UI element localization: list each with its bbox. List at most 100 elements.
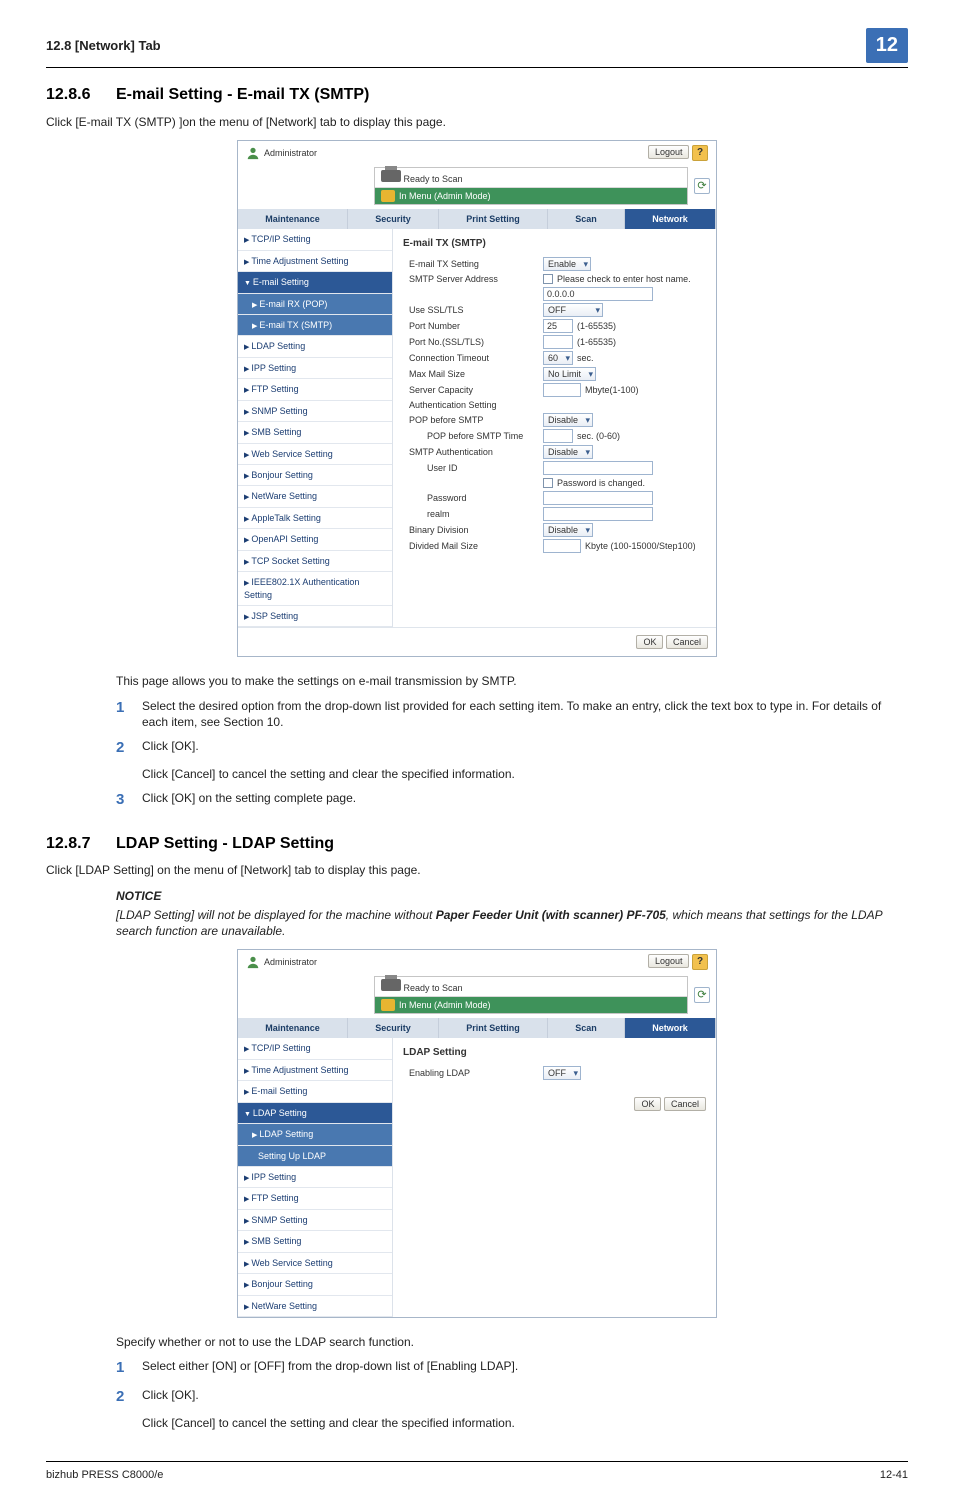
tx-setting-select[interactable]: Enable [543,257,591,271]
logout-button[interactable]: Logout [648,954,690,968]
sidebar-item[interactable]: LDAP Setting [238,1103,392,1124]
ok-button[interactable]: OK [636,635,663,649]
help-icon[interactable]: ? [692,954,708,970]
step-note: Click [Cancel] to cancel the setting and… [142,766,908,782]
sidebar-item[interactable]: Web Service Setting [238,1253,392,1274]
cancel-button[interactable]: Cancel [666,635,708,649]
tab-maintenance[interactable]: Maintenance [238,209,348,229]
tab-maintenance[interactable]: Maintenance [238,1018,348,1038]
sidebar-item[interactable]: Time Adjustment Setting [238,1060,392,1081]
field-label: Port Number [403,320,543,332]
tab-security[interactable]: Security [348,209,439,229]
sidebar-item[interactable]: Bonjour Setting [238,465,392,486]
tab-print[interactable]: Print Setting [439,1018,548,1038]
userid-input[interactable] [543,461,653,475]
sidebar-item[interactable]: AppleTalk Setting [238,508,392,529]
field-label: Divided Mail Size [403,540,543,552]
user-icon [246,146,260,160]
user-icon [246,955,260,969]
sidebar-item[interactable]: Time Adjustment Setting [238,251,392,272]
field-label: Password [403,492,543,504]
tab-scan[interactable]: Scan [548,1018,625,1038]
tab-network[interactable]: Network [625,1018,716,1038]
port-ssl-input[interactable] [543,335,573,349]
sidebar-item[interactable]: FTP Setting [238,379,392,400]
sidebar-item[interactable]: FTP Setting [238,1188,392,1209]
smtp-auth-select[interactable]: Disable [543,445,593,459]
step-text: Select the desired option from the drop-… [142,698,908,730]
tab-network[interactable]: Network [625,209,716,229]
sidebar-item[interactable]: NetWare Setting [238,1296,392,1317]
sidebar-item[interactable]: E-mail RX (POP) [238,294,392,315]
capacity-input[interactable] [543,383,581,397]
printer-icon [381,979,401,991]
status-mode: In Menu (Admin Mode) [399,999,491,1011]
sidebar-item[interactable]: IPP Setting [238,358,392,379]
tab-scan[interactable]: Scan [548,209,625,229]
server-address-input[interactable]: 0.0.0.0 [543,287,653,301]
field-label: POP before SMTP Time [403,430,543,442]
sidebar-item[interactable]: NetWare Setting [238,486,392,507]
pop-time-input[interactable] [543,429,573,443]
tab-print[interactable]: Print Setting [439,209,548,229]
admin-label: Administrator [264,147,317,159]
realm-input[interactable] [543,507,653,521]
sidebar-item[interactable]: Bonjour Setting [238,1274,392,1295]
port-input[interactable]: 25 [543,319,573,333]
field-label: Binary Division [403,524,543,536]
admin-label: Administrator [264,956,317,968]
sidebar-item[interactable]: SNMP Setting [238,1210,392,1231]
ok-button[interactable]: OK [634,1097,661,1111]
sidebar-item[interactable]: LDAP Setting [238,336,392,357]
section-intro: Click [LDAP Setting] on the menu of [Net… [46,862,908,878]
section-intro: Click [E-mail TX (SMTP) ]on the menu of … [46,114,908,130]
field-label: Use SSL/TLS [403,304,543,316]
field-label: Server Capacity [403,384,543,396]
clipboard-icon [381,190,395,202]
sidebar-item[interactable]: TCP Socket Setting [238,551,392,572]
sidebar-item[interactable]: E-mail Setting [238,1081,392,1102]
sidebar-item[interactable]: E-mail Setting [238,272,392,293]
divided-size-input[interactable] [543,539,581,553]
enabling-ldap-select[interactable]: OFF [543,1066,581,1080]
section-heading: 12.8.7LDAP Setting - LDAP Setting [46,833,908,855]
tab-bar: Maintenance Security Print Setting Scan … [238,1018,716,1038]
tab-security[interactable]: Security [348,1018,439,1038]
cancel-button[interactable]: Cancel [664,1097,706,1111]
sidebar-item[interactable]: IPP Setting [238,1167,392,1188]
sidebar-item[interactable]: SNMP Setting [238,401,392,422]
sidebar-item[interactable]: Setting Up LDAP [238,1146,392,1167]
field-label: User ID [403,462,543,474]
sidebar-item[interactable]: TCP/IP Setting [238,229,392,250]
printer-icon [381,170,401,182]
sidebar-item[interactable]: TCP/IP Setting [238,1038,392,1059]
hint: (1-65535) [577,336,616,348]
status-mode: In Menu (Admin Mode) [399,190,491,202]
sidebar-item[interactable]: LDAP Setting [238,1124,392,1145]
sidebar-item[interactable]: SMB Setting [238,422,392,443]
password-changed-checkbox[interactable] [543,478,553,488]
unit: Kbyte (100-15000/Step100) [585,540,696,552]
sidebar-item[interactable]: IEEE802.1X Authentication Setting [238,572,392,606]
status-ready: Ready to Scan [404,174,463,184]
sidebar-item[interactable]: JSP Setting [238,606,392,627]
sidebar-item[interactable]: E-mail TX (SMTP) [238,315,392,336]
ssl-select[interactable]: OFF [543,303,603,317]
binary-division-select[interactable]: Disable [543,523,593,537]
admin-panel-ldap: Administrator Logout ? Ready to Scan In … [237,949,717,1318]
help-icon[interactable]: ? [692,145,708,161]
pop-before-select[interactable]: Disable [543,413,593,427]
logout-button[interactable]: Logout [648,145,690,159]
refresh-icon[interactable]: ⟳ [694,178,710,194]
password-input[interactable] [543,491,653,505]
step-text: Click [OK] on the setting complete page. [142,790,908,810]
timeout-select[interactable]: 60 [543,351,573,365]
hostname-checkbox[interactable] [543,274,553,284]
sidebar-item[interactable]: Web Service Setting [238,444,392,465]
sidebar-item[interactable]: SMB Setting [238,1231,392,1252]
max-mail-select[interactable]: No Limit [543,367,596,381]
unit: Mbyte(1-100) [585,384,639,396]
sidebar-item[interactable]: OpenAPI Setting [238,529,392,550]
refresh-icon[interactable]: ⟳ [694,987,710,1003]
panel-caption: Specify whether or not to use the LDAP s… [116,1334,908,1350]
